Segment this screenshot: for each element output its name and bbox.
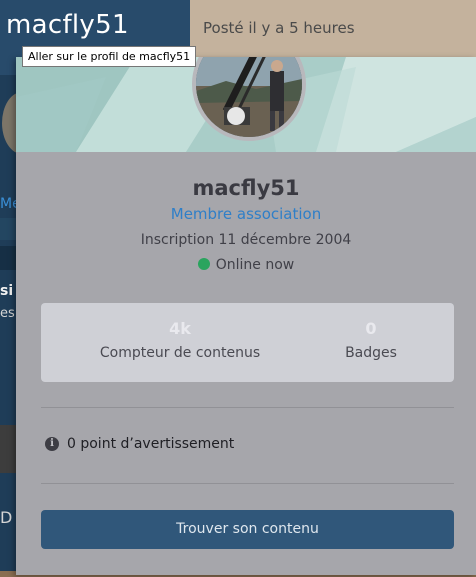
find-content-button[interactable]: Trouver son contenu [41, 510, 454, 549]
post-timestamp: Posté il y a 5 heures [203, 19, 355, 37]
profile-joined-date: Inscription 11 décembre 2004 [140, 232, 352, 248]
profile-stats-panel: 4k Compteur de contenus 0 Badges [41, 303, 454, 382]
background-link-fragment[interactable]: Me [0, 196, 16, 212]
background-text-fragment: es [0, 306, 15, 321]
online-status: Online now [16, 257, 476, 273]
background-heading-fragment: si [0, 283, 14, 299]
online-dot-icon [197, 258, 210, 270]
stat-content-value: 4k [169, 319, 191, 338]
profile-user-title: Membre association [170, 205, 322, 223]
stat-content-count[interactable]: 4k Compteur de contenus [95, 319, 265, 361]
warning-points: i 0 point d’avertissement [45, 436, 234, 452]
divider [41, 407, 454, 408]
background-bottom-fragment: D [0, 508, 13, 527]
stat-badges-value: 0 [365, 319, 377, 338]
divider [41, 483, 454, 484]
info-circle-icon: i [45, 437, 59, 451]
stat-badges-label: Badges [345, 345, 397, 361]
stat-content-label: Compteur de contenus [99, 345, 261, 361]
stat-badges[interactable]: 0 Badges [331, 319, 411, 361]
warning-points-text: 0 point d’avertissement [67, 436, 235, 452]
profile-hover-card: macfly51 Membre association Inscription … [16, 57, 476, 575]
online-status-label: Online now [215, 257, 295, 273]
profile-link-tooltip: Aller sur le profil de macfly51 [22, 46, 197, 67]
profile-username[interactable]: macfly51 [16, 176, 476, 200]
site-title[interactable]: macfly51 [6, 10, 129, 40]
